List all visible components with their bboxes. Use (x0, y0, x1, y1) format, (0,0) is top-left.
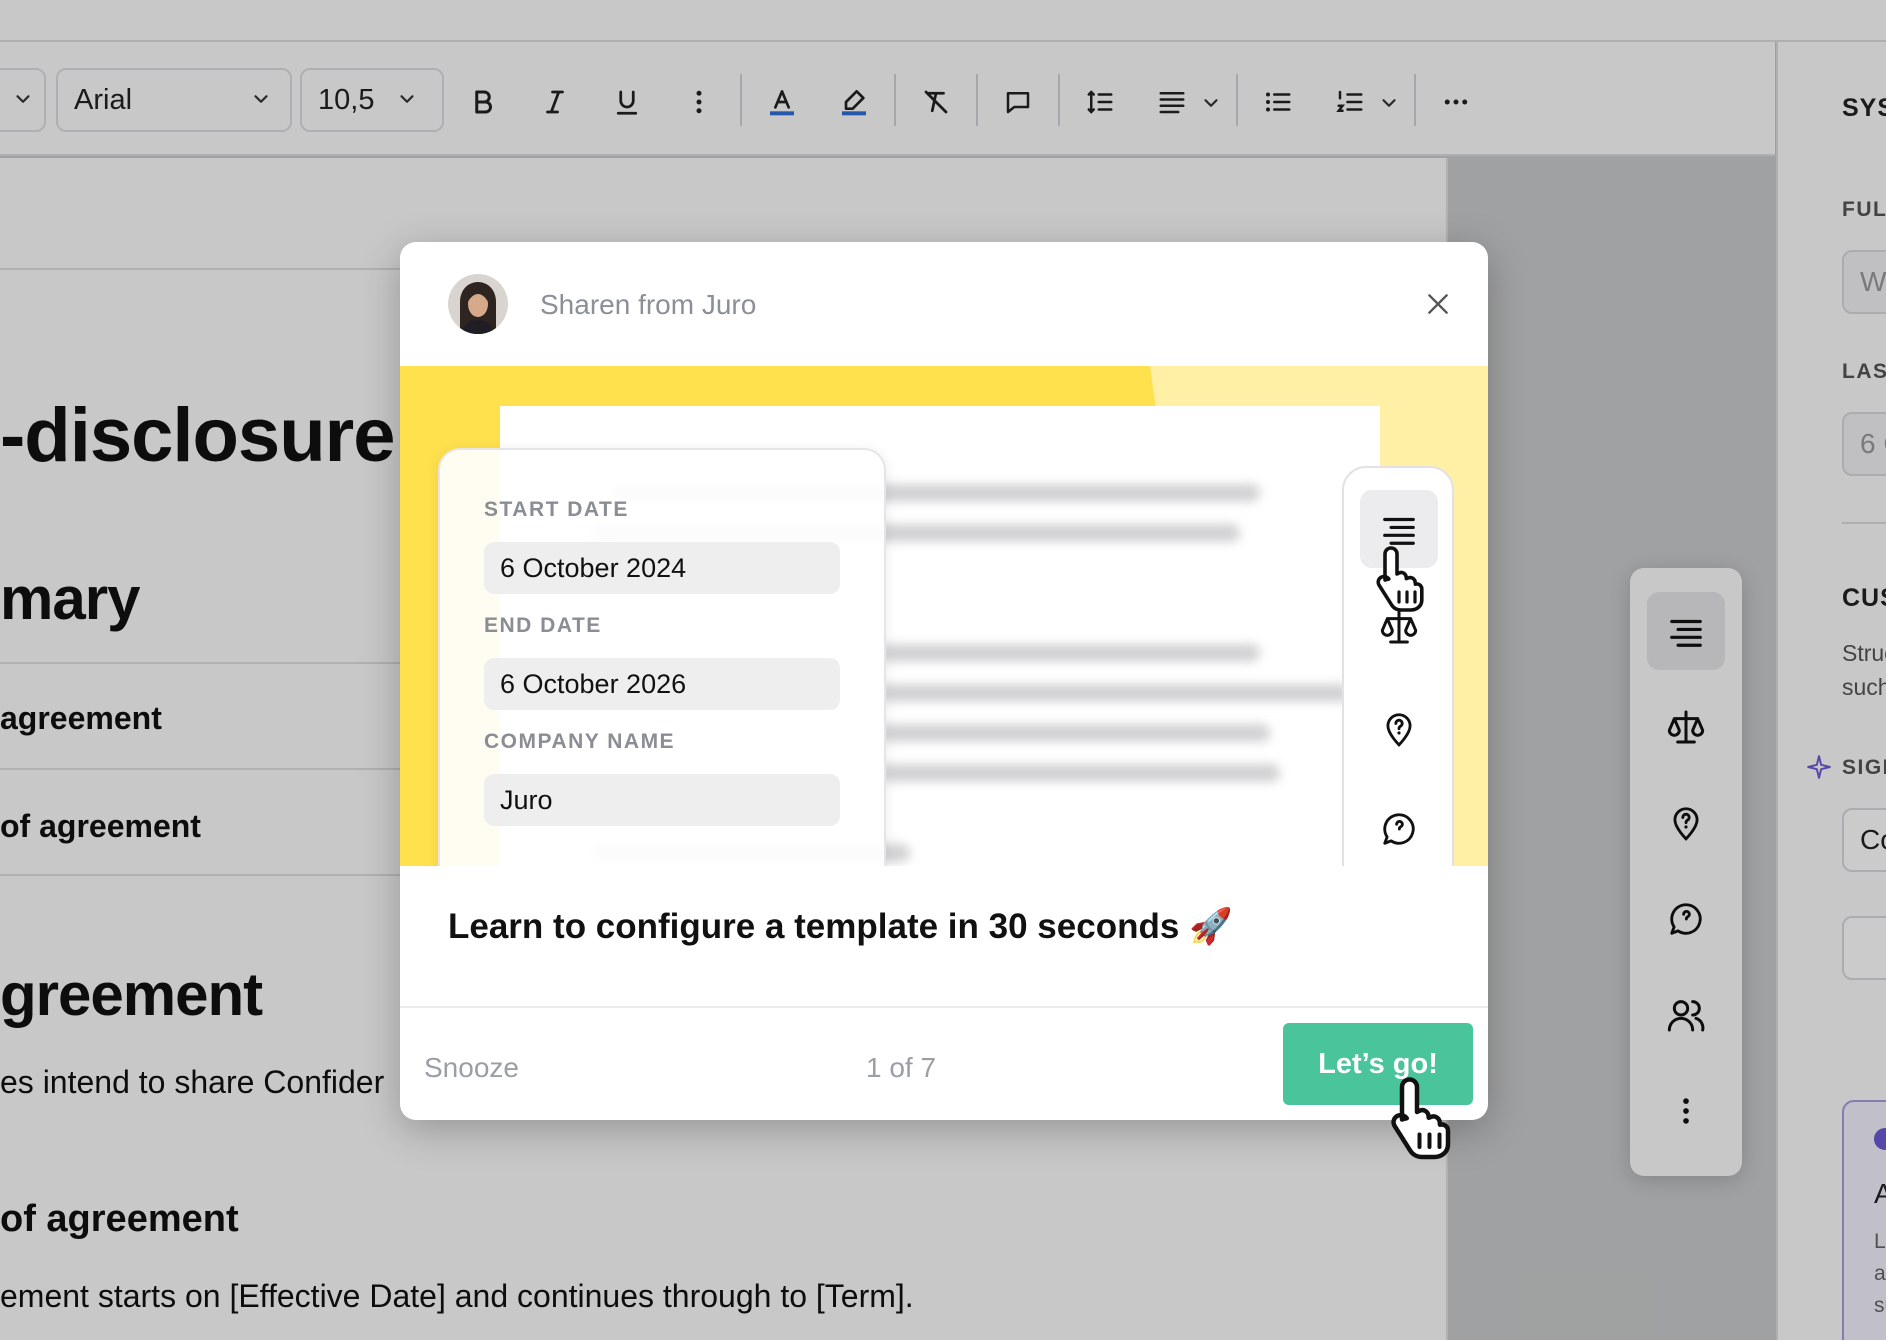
hand-pointer-icon (1376, 546, 1424, 612)
blurred-line (880, 644, 1260, 662)
blurred-line (880, 724, 1270, 742)
snooze-button[interactable]: Snooze (424, 1052, 519, 1084)
avatar-photo (448, 274, 508, 334)
template-fields-card: START DATE 6 October 2024 END DATE 6 Oct… (438, 448, 886, 866)
map-pin-question-icon (1386, 713, 1412, 747)
tour-title-text: Learn to configure a template in 30 seco… (448, 907, 1180, 946)
field-label: COMPANY NAME (484, 730, 676, 753)
start-date-field: 6 October 2024 (484, 542, 840, 594)
field-label: END DATE (484, 614, 602, 637)
close-button[interactable] (1418, 284, 1458, 324)
preview-map-pin (1360, 690, 1438, 768)
hand-pointer-icon (1391, 1077, 1451, 1160)
field-label: START DATE (484, 498, 629, 521)
modal-header: Sharen from Juro (400, 242, 1488, 366)
blurred-line (880, 684, 1350, 702)
rocket-icon: 🚀 (1189, 907, 1233, 946)
tour-title: Learn to configure a template in 30 seco… (448, 906, 1233, 947)
preview-chat (1360, 790, 1438, 866)
end-date-field: 6 October 2026 (484, 658, 840, 710)
sender-name: Sharen from Juro (540, 289, 757, 320)
chat-question-icon (1383, 813, 1415, 845)
company-name-field: Juro (484, 774, 840, 826)
step-counter: 1 of 7 (866, 1052, 937, 1083)
footer-divider (400, 1006, 1488, 1008)
preview-icon-rail (1342, 466, 1454, 866)
close-icon (1428, 294, 1448, 314)
blurred-line (880, 764, 1280, 782)
avatar (448, 274, 508, 334)
onboarding-modal: Sharen from Juro START DATE 6 October 20… (400, 242, 1488, 1120)
tour-illustration: START DATE 6 October 2024 END DATE 6 Oct… (400, 366, 1488, 866)
